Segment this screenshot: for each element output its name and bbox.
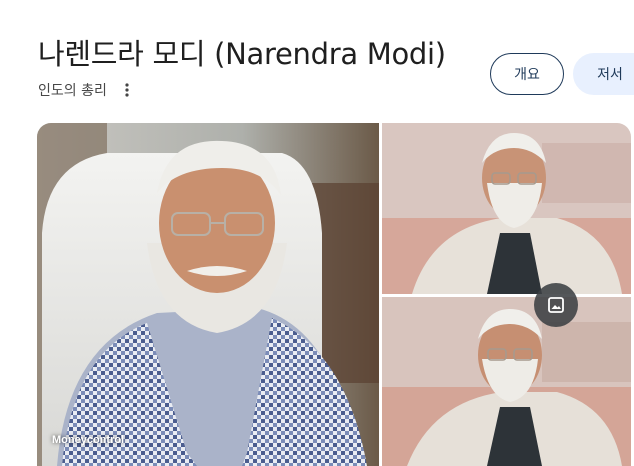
knowledge-panel: 나렌드라 모디 (Narendra Modi) 인도의 총리 개요 저서 Mon… [0, 0, 634, 466]
tab-overview[interactable]: 개요 [490, 53, 564, 95]
view-images-button[interactable] [534, 283, 578, 327]
side-photo-bottom[interactable] [382, 297, 631, 466]
portrait-image [382, 123, 631, 294]
tab-works-label: 저서 [597, 67, 623, 83]
portrait-image [382, 297, 631, 466]
tab-overview-label: 개요 [514, 67, 540, 83]
subtitle-row: 인도의 총리 [38, 79, 137, 101]
image-source-label: Moneycontrol [52, 434, 125, 446]
page-title: 나렌드라 모디 (Narendra Modi) [38, 37, 446, 71]
side-photo-top[interactable] [382, 123, 631, 294]
main-photo[interactable]: Moneycontrol [37, 123, 379, 466]
image-icon [548, 297, 564, 313]
subtitle: 인도의 총리 [38, 83, 107, 99]
tab-works[interactable]: 저서 [573, 53, 634, 95]
portrait-image [37, 123, 379, 466]
more-vert-icon[interactable] [117, 80, 137, 100]
